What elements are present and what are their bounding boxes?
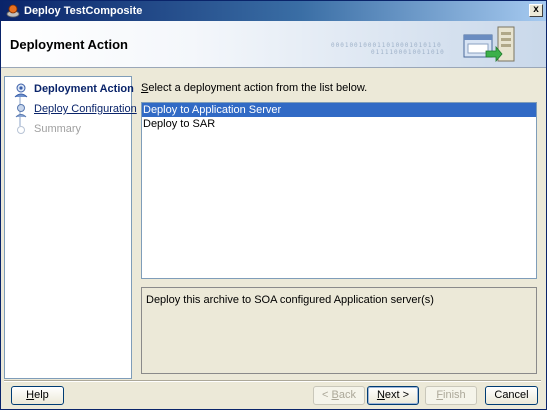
title-bar[interactable]: Deploy TestComposite x xyxy=(1,1,546,21)
footer-divider xyxy=(4,380,541,382)
current-step-icon xyxy=(14,83,28,98)
close-button[interactable]: x xyxy=(529,4,543,17)
list-item[interactable]: Deploy to Application Server xyxy=(142,103,536,117)
deployment-action-list[interactable]: Deploy to Application Server Deploy to S… xyxy=(141,102,537,279)
help-button[interactable]: Help xyxy=(11,386,64,405)
pending-step-icon xyxy=(17,126,25,134)
step-label: Summary xyxy=(34,123,82,135)
description-text: Deploy this archive to SOA configured Ap… xyxy=(146,294,434,306)
window-title: Deploy TestComposite xyxy=(24,5,143,17)
description-panel: Deploy this archive to SOA configured Ap… xyxy=(141,287,537,374)
step-icon xyxy=(15,104,27,118)
main-panel: Select a deployment action from the list… xyxy=(139,76,539,379)
cancel-button[interactable]: Cancel xyxy=(485,386,538,405)
step-label: Deploy Configuration xyxy=(34,103,137,115)
finish-button[interactable]: Finish xyxy=(425,386,477,405)
instruction-text: Select a deployment action from the list… xyxy=(141,82,368,94)
binary-decoration: 000100100011010001010110 011110001001101… xyxy=(331,42,445,56)
back-button[interactable]: < Back xyxy=(313,386,365,405)
close-icon: x xyxy=(533,4,539,15)
page-title: Deployment Action xyxy=(10,37,128,52)
next-button[interactable]: Next > xyxy=(367,386,419,405)
app-icon xyxy=(6,4,20,18)
wizard-header: Deployment Action 0001001000110100010101… xyxy=(1,21,546,68)
deploy-server-icon xyxy=(463,26,515,63)
step-label: Deployment Action xyxy=(34,83,134,95)
list-item[interactable]: Deploy to SAR xyxy=(142,117,536,131)
deploy-dialog: Deploy TestComposite x Deployment Action… xyxy=(0,0,547,410)
wizard-steps-panel: Deployment Action Deploy Configuration S… xyxy=(4,76,137,379)
